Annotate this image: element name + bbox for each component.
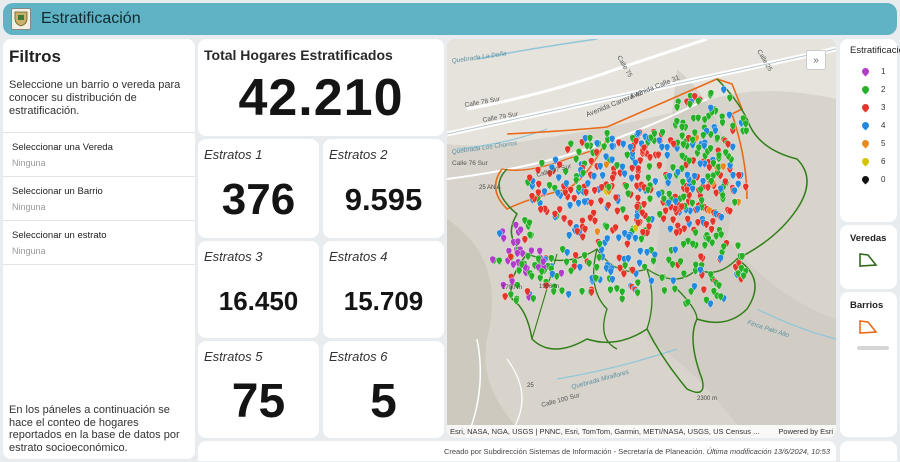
map-pin-icon bbox=[860, 138, 871, 148]
map-pin-icon bbox=[860, 156, 871, 166]
card-label: Estratos 4 bbox=[329, 249, 388, 264]
card-value: 376 bbox=[221, 175, 296, 224]
shield-logo-icon bbox=[11, 8, 31, 30]
select-barrio-filter[interactable]: Seleccionar un Barrio Ninguna bbox=[3, 177, 195, 221]
legend-item-label: 2 bbox=[881, 84, 886, 94]
card-value: 15.709 bbox=[343, 285, 424, 316]
filter-value: Ninguna bbox=[12, 158, 46, 168]
map-pin-icon bbox=[860, 174, 871, 184]
collapse-chevron-icon[interactable]: » bbox=[806, 50, 826, 70]
map-pin-icon bbox=[860, 66, 871, 76]
card-label: Estratos 3 bbox=[204, 249, 263, 264]
legend-title: Estratificacion bbox=[850, 45, 900, 56]
strata-legend: Estratificacion 1 2 3 4 5 6 0 bbox=[840, 39, 900, 222]
filters-description: Seleccione un barrio o vereda para conoc… bbox=[9, 79, 181, 117]
card-value: 16.450 bbox=[218, 285, 299, 316]
legend-scroll-indicator bbox=[857, 346, 889, 350]
legend-item-label: 3 bbox=[881, 102, 886, 112]
map-label: 25 bbox=[527, 383, 534, 389]
legend-item: 3 bbox=[860, 98, 897, 116]
map-canvas[interactable]: Avenida Calle 31 Avenida Carrera 42 Call… bbox=[447, 39, 836, 438]
strata-1-card: Estratos 1 376 bbox=[198, 139, 319, 238]
legend-item: 5 bbox=[860, 134, 897, 152]
card-label: Total Hogares Estratificados bbox=[204, 47, 393, 63]
legend-rows: 1 2 3 4 5 6 0 bbox=[840, 62, 897, 188]
legend-item: 6 bbox=[860, 152, 897, 170]
page-footer: Creado por Subdirección Sistemas de Info… bbox=[198, 441, 836, 461]
filters-panel: Filtros Seleccione un barrio o vereda pa… bbox=[3, 39, 195, 459]
card-value: 5 bbox=[370, 374, 397, 428]
map-pin-icon bbox=[860, 120, 871, 130]
card-label: Estratos 5 bbox=[204, 349, 263, 364]
legend-item-label: 6 bbox=[881, 156, 886, 166]
footer-right-panel bbox=[840, 441, 897, 461]
strata-5-card: Estratos 5 75 bbox=[198, 341, 319, 438]
card-value: 42.210 bbox=[238, 68, 404, 127]
footer-modified: Última modificación 13/6/2024, 10:53 bbox=[706, 446, 830, 456]
veredas-polygon-icon bbox=[859, 253, 878, 267]
card-value: 9.595 bbox=[344, 182, 423, 217]
map-attribution: Esri, NASA, NGA, USGS | PNNC, Esri, TomT… bbox=[447, 425, 836, 438]
filter-value: Ninguna bbox=[12, 246, 46, 256]
card-value: 75 bbox=[231, 374, 286, 428]
app-header: Estratificación bbox=[3, 3, 897, 35]
card-label: Estratos 2 bbox=[329, 147, 388, 162]
map-pin-icon bbox=[860, 84, 871, 94]
legend-item-label: 5 bbox=[881, 138, 886, 148]
veredas-legend: Veredas bbox=[840, 225, 897, 289]
filter-label: Seleccionar una Vereda bbox=[12, 142, 113, 153]
legend-item-label: 1 bbox=[881, 66, 886, 76]
legend-item-label: 4 bbox=[881, 120, 886, 130]
legend-item: 4 bbox=[860, 116, 897, 134]
strata-4-card: Estratos 4 15.709 bbox=[323, 241, 444, 338]
map-pin-icon bbox=[860, 102, 871, 112]
filters-footnote: En los páneles a continuación se hace el… bbox=[9, 404, 180, 454]
filter-label: Seleccionar un estrato bbox=[12, 230, 107, 241]
legend-item: 1 bbox=[860, 62, 897, 80]
app-title: Estratificación bbox=[41, 10, 141, 27]
attribution-text: Esri, NASA, NGA, USGS | PNNC, Esri, TomT… bbox=[450, 427, 760, 436]
card-label: Estratos 6 bbox=[329, 349, 388, 364]
strata-6-card: Estratos 6 5 bbox=[323, 341, 444, 438]
select-vereda-filter[interactable]: Seleccionar una Vereda Ninguna bbox=[3, 133, 195, 177]
filter-list: Seleccionar una Vereda Ninguna Seleccion… bbox=[3, 132, 195, 265]
barrios-polygon-icon bbox=[859, 320, 878, 334]
map-label: 2300 m bbox=[697, 396, 717, 402]
legend-title: Veredas bbox=[850, 233, 887, 244]
map-label: Calle 76 Sur bbox=[452, 160, 489, 167]
legend-title: Barrios bbox=[850, 300, 884, 311]
strata-2-card: Estratos 2 9.595 bbox=[323, 139, 444, 238]
map-label: 1906 m bbox=[539, 284, 559, 290]
legend-item: 2 bbox=[860, 80, 897, 98]
filter-label: Seleccionar un Barrio bbox=[12, 186, 103, 197]
map-label: 1700 m bbox=[502, 285, 522, 291]
map-view[interactable]: Avenida Calle 31 Avenida Carrera 42 Call… bbox=[447, 39, 836, 438]
footer-credit: Creado por Subdirección Sistemas de Info… bbox=[443, 446, 705, 456]
powered-by-esri[interactable]: Powered by Esri bbox=[778, 427, 833, 436]
strata-3-card: Estratos 3 16.450 bbox=[198, 241, 319, 338]
legend-item-label: 0 bbox=[881, 174, 886, 184]
select-estrato-filter[interactable]: Seleccionar un estrato Ninguna bbox=[3, 221, 195, 265]
total-households-card: Total Hogares Estratificados 42.210 bbox=[198, 39, 444, 136]
map-label: 25 AN A bbox=[479, 185, 501, 191]
filter-value: Ninguna bbox=[12, 202, 46, 212]
legend-item: 0 bbox=[860, 170, 897, 188]
filters-heading: Filtros bbox=[9, 47, 61, 66]
card-label: Estratos 1 bbox=[204, 147, 263, 162]
barrios-legend: Barrios bbox=[840, 292, 897, 437]
